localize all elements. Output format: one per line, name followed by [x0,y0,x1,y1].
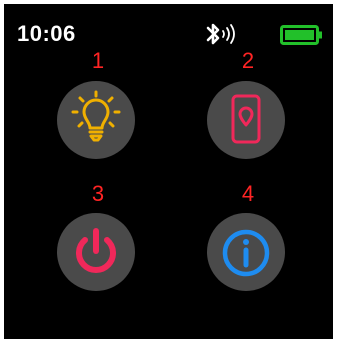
info-icon [222,229,270,277]
bluetooth-icon [206,23,235,45]
device-screen: 10:06 1 2 3 4 [4,4,333,339]
status-bar: 10:06 [4,4,333,54]
phone-location-icon [231,94,261,144]
find-phone-button[interactable] [207,81,285,159]
info-button[interactable] [207,213,285,291]
status-time: 10:06 [17,21,76,46]
power-button[interactable] [57,213,135,291]
menu-item-number-4: 4 [241,181,255,206]
power-icon [76,228,116,273]
light-button[interactable] [57,81,135,159]
lightbulb-icon [71,90,121,142]
menu-item-number-3: 3 [91,181,105,206]
menu-item-number-2: 2 [241,48,255,73]
menu-item-number-1: 1 [91,48,105,73]
battery-icon [280,25,322,45]
